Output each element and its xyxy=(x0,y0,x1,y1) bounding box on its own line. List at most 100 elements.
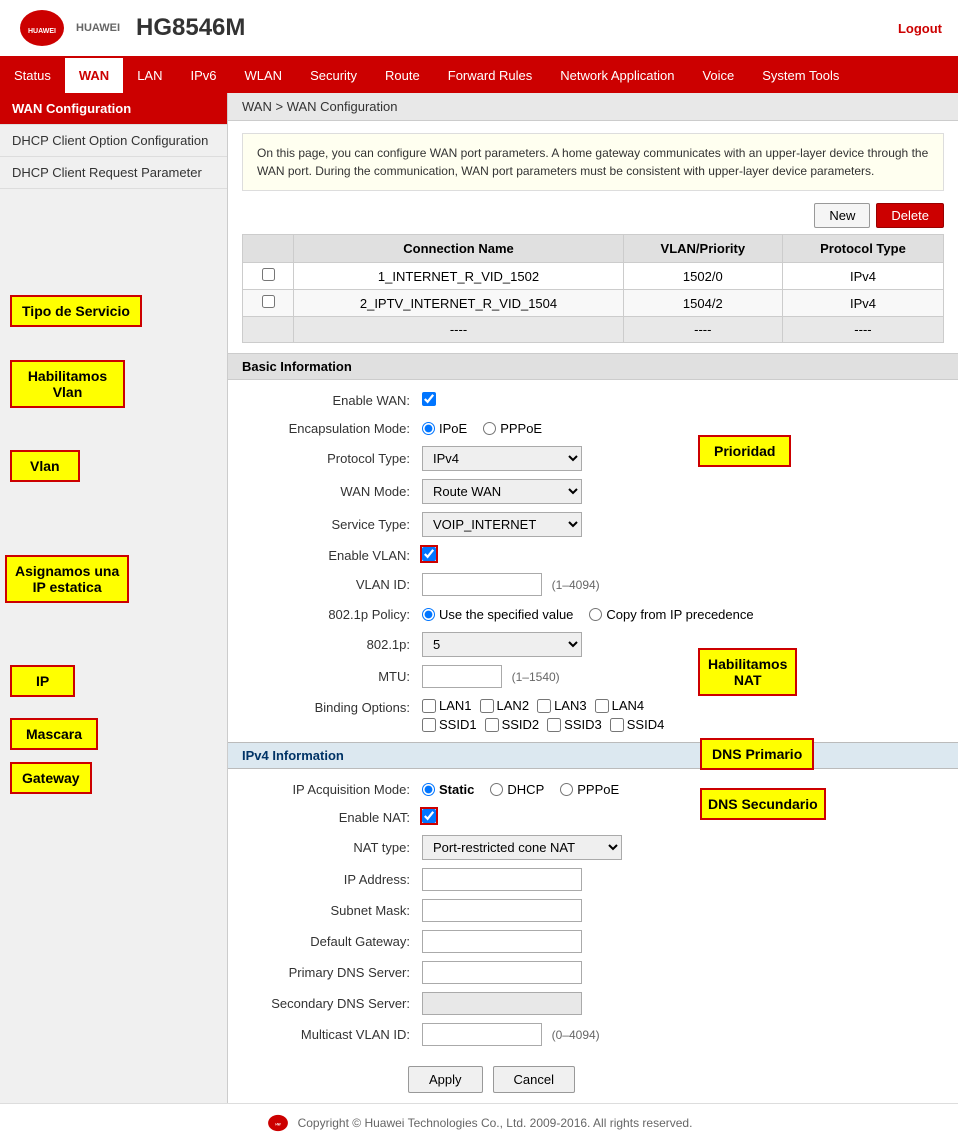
svg-text:HUAWEI: HUAWEI xyxy=(28,28,56,35)
nat-type-select[interactable]: Port-restricted cone NAT Full cone NAT xyxy=(422,835,622,860)
gateway-row: Default Gateway: 192.168.253.1 xyxy=(242,926,944,957)
nav-ipv6[interactable]: IPv6 xyxy=(177,58,231,93)
lan4-option[interactable]: LAN4 xyxy=(595,698,645,713)
ssid1-checkbox[interactable] xyxy=(422,718,436,732)
encap-ipoe[interactable]: IPoE xyxy=(422,421,467,436)
lan4-checkbox[interactable] xyxy=(595,699,609,713)
nav-status[interactable]: Status xyxy=(0,58,65,93)
row1-checkbox[interactable] xyxy=(262,268,275,281)
ssid4-option[interactable]: SSID4 xyxy=(610,717,665,732)
ssid2-option[interactable]: SSID2 xyxy=(485,717,540,732)
footer-logo: HW xyxy=(266,1114,290,1132)
subnet-input[interactable]: 255.255.255.0 xyxy=(422,899,582,922)
row2-check[interactable] xyxy=(243,290,294,317)
wan-mode-select[interactable]: Route WAN Bridge WAN xyxy=(422,479,582,504)
policy-specified[interactable]: Use the specified value xyxy=(422,607,573,622)
row1-check[interactable] xyxy=(243,263,294,290)
annotation-tipo-servicio: Tipo de Servicio xyxy=(10,295,142,327)
subnet-row: Subnet Mask: 255.255.255.0 xyxy=(242,895,944,926)
binding-control: LAN1 LAN2 LAN3 LAN4 SSID1 SSID2 SSID3 SS… xyxy=(422,698,944,732)
mtu-input[interactable]: 1500 xyxy=(422,665,502,688)
new-button[interactable]: New xyxy=(814,203,870,228)
ip-address-input[interactable]: 192.168.253.20 xyxy=(422,868,582,891)
row3-vlan: ---- xyxy=(623,317,782,343)
enable-wan-checkbox[interactable] xyxy=(422,392,436,406)
mode-static[interactable]: Static xyxy=(422,782,474,797)
sidebar-dhcp-request[interactable]: DHCP Client Request Parameter xyxy=(0,157,227,189)
multicast-input[interactable] xyxy=(422,1023,542,1046)
lan2-checkbox[interactable] xyxy=(480,699,494,713)
row1-vlan: 1502/0 xyxy=(623,263,782,290)
lan3-checkbox[interactable] xyxy=(537,699,551,713)
breadcrumb: WAN > WAN Configuration xyxy=(228,93,958,121)
col-vlan: VLAN/Priority xyxy=(623,235,782,263)
service-type-select[interactable]: VOIP_INTERNET INTERNET VOIP xyxy=(422,512,582,537)
encapsulation-row: Encapsulation Mode: IPoE PPPoE xyxy=(242,414,944,442)
ssid3-option[interactable]: SSID3 xyxy=(547,717,602,732)
nav-forward-rules[interactable]: Forward Rules xyxy=(434,58,547,93)
multicast-row: Multicast VLAN ID: (0–4094) xyxy=(242,1019,944,1050)
row2-checkbox[interactable] xyxy=(262,295,275,308)
delete-button[interactable]: Delete xyxy=(876,203,944,228)
8021p-select[interactable]: 5 0 1 2 3 4 6 7 xyxy=(422,632,582,657)
lan1-checkbox[interactable] xyxy=(422,699,436,713)
top-bar-left: HUAWEI HUAWEI HG8546M xyxy=(16,8,245,48)
protocol-select[interactable]: IPv4 IPv6 xyxy=(422,446,582,471)
sidebar-wan-config[interactable]: WAN Configuration xyxy=(0,93,227,125)
multicast-control: (0–4094) xyxy=(422,1023,944,1046)
enable-nat-checkbox[interactable] xyxy=(422,809,436,823)
wan-mode-control: Route WAN Bridge WAN xyxy=(422,479,944,504)
row1-protocol: IPv4 xyxy=(782,263,943,290)
encap-pppoe-radio[interactable] xyxy=(483,422,496,435)
vlan-id-hint: (1–4094) xyxy=(552,578,600,592)
mode-dhcp-radio[interactable] xyxy=(490,783,503,796)
logout-button[interactable]: Logout xyxy=(898,21,942,36)
lan1-option[interactable]: LAN1 xyxy=(422,698,472,713)
nav-wan[interactable]: WAN xyxy=(65,58,123,93)
encap-pppoe[interactable]: PPPoE xyxy=(483,421,542,436)
cancel-button[interactable]: Cancel xyxy=(493,1066,575,1093)
mode-static-radio[interactable] xyxy=(422,783,435,796)
enable-wan-label: Enable WAN: xyxy=(242,393,422,408)
primary-dns-input[interactable]: 8.8.8.8 xyxy=(422,961,582,984)
gateway-input[interactable]: 192.168.253.1 xyxy=(422,930,582,953)
row2-name: 2_IPTV_INTERNET_R_VID_1504 xyxy=(294,290,623,317)
lan3-option[interactable]: LAN3 xyxy=(537,698,587,713)
lan2-option[interactable]: LAN2 xyxy=(480,698,530,713)
breadcrumb-wan[interactable]: WAN xyxy=(242,99,272,114)
basic-info-form: Enable WAN: Encapsulation Mode: IPoE PPP… xyxy=(228,380,958,742)
secondary-dns-input[interactable] xyxy=(422,992,582,1015)
mtu-hint: (1–1540) xyxy=(512,670,560,684)
vlan-id-input[interactable]: 1503 xyxy=(422,573,542,596)
ssid3-checkbox[interactable] xyxy=(547,718,561,732)
secondary-dns-label: Secondary DNS Server: xyxy=(242,996,422,1011)
ssid4-checkbox[interactable] xyxy=(610,718,624,732)
main-layout: WAN Configuration DHCP Client Option Con… xyxy=(0,93,958,1103)
sidebar-dhcp-option[interactable]: DHCP Client Option Configuration xyxy=(0,125,227,157)
nav-security[interactable]: Security xyxy=(296,58,371,93)
row2-protocol: IPv4 xyxy=(782,290,943,317)
enable-nat-row: Enable NAT: xyxy=(242,803,944,831)
ssid2-checkbox[interactable] xyxy=(485,718,499,732)
apply-button[interactable]: Apply xyxy=(408,1066,483,1093)
annotation-habilitamos-vlan: HabilitamosVlan xyxy=(10,360,125,408)
policy-specified-radio[interactable] xyxy=(422,608,435,621)
nav-voice[interactable]: Voice xyxy=(688,58,748,93)
nav-route[interactable]: Route xyxy=(371,58,434,93)
mode-pppoe[interactable]: PPPoE xyxy=(560,782,619,797)
enable-wan-row: Enable WAN: xyxy=(242,386,944,414)
encap-ipoe-radio[interactable] xyxy=(422,422,435,435)
ssid1-option[interactable]: SSID1 xyxy=(422,717,477,732)
mode-dhcp[interactable]: DHCP xyxy=(490,782,544,797)
policy-copy[interactable]: Copy from IP precedence xyxy=(589,607,753,622)
secondary-dns-control xyxy=(422,992,944,1015)
nav-network-app[interactable]: Network Application xyxy=(546,58,688,93)
mode-pppoe-radio[interactable] xyxy=(560,783,573,796)
nav-wlan[interactable]: WLAN xyxy=(231,58,297,93)
policy-copy-radio[interactable] xyxy=(589,608,602,621)
enable-vlan-checkbox[interactable] xyxy=(422,547,436,561)
nav-lan[interactable]: LAN xyxy=(123,58,176,93)
encap-control: IPoE PPPoE xyxy=(422,421,944,436)
ip-address-row: IP Address: 192.168.253.20 xyxy=(242,864,944,895)
nav-system-tools[interactable]: System Tools xyxy=(748,58,853,93)
